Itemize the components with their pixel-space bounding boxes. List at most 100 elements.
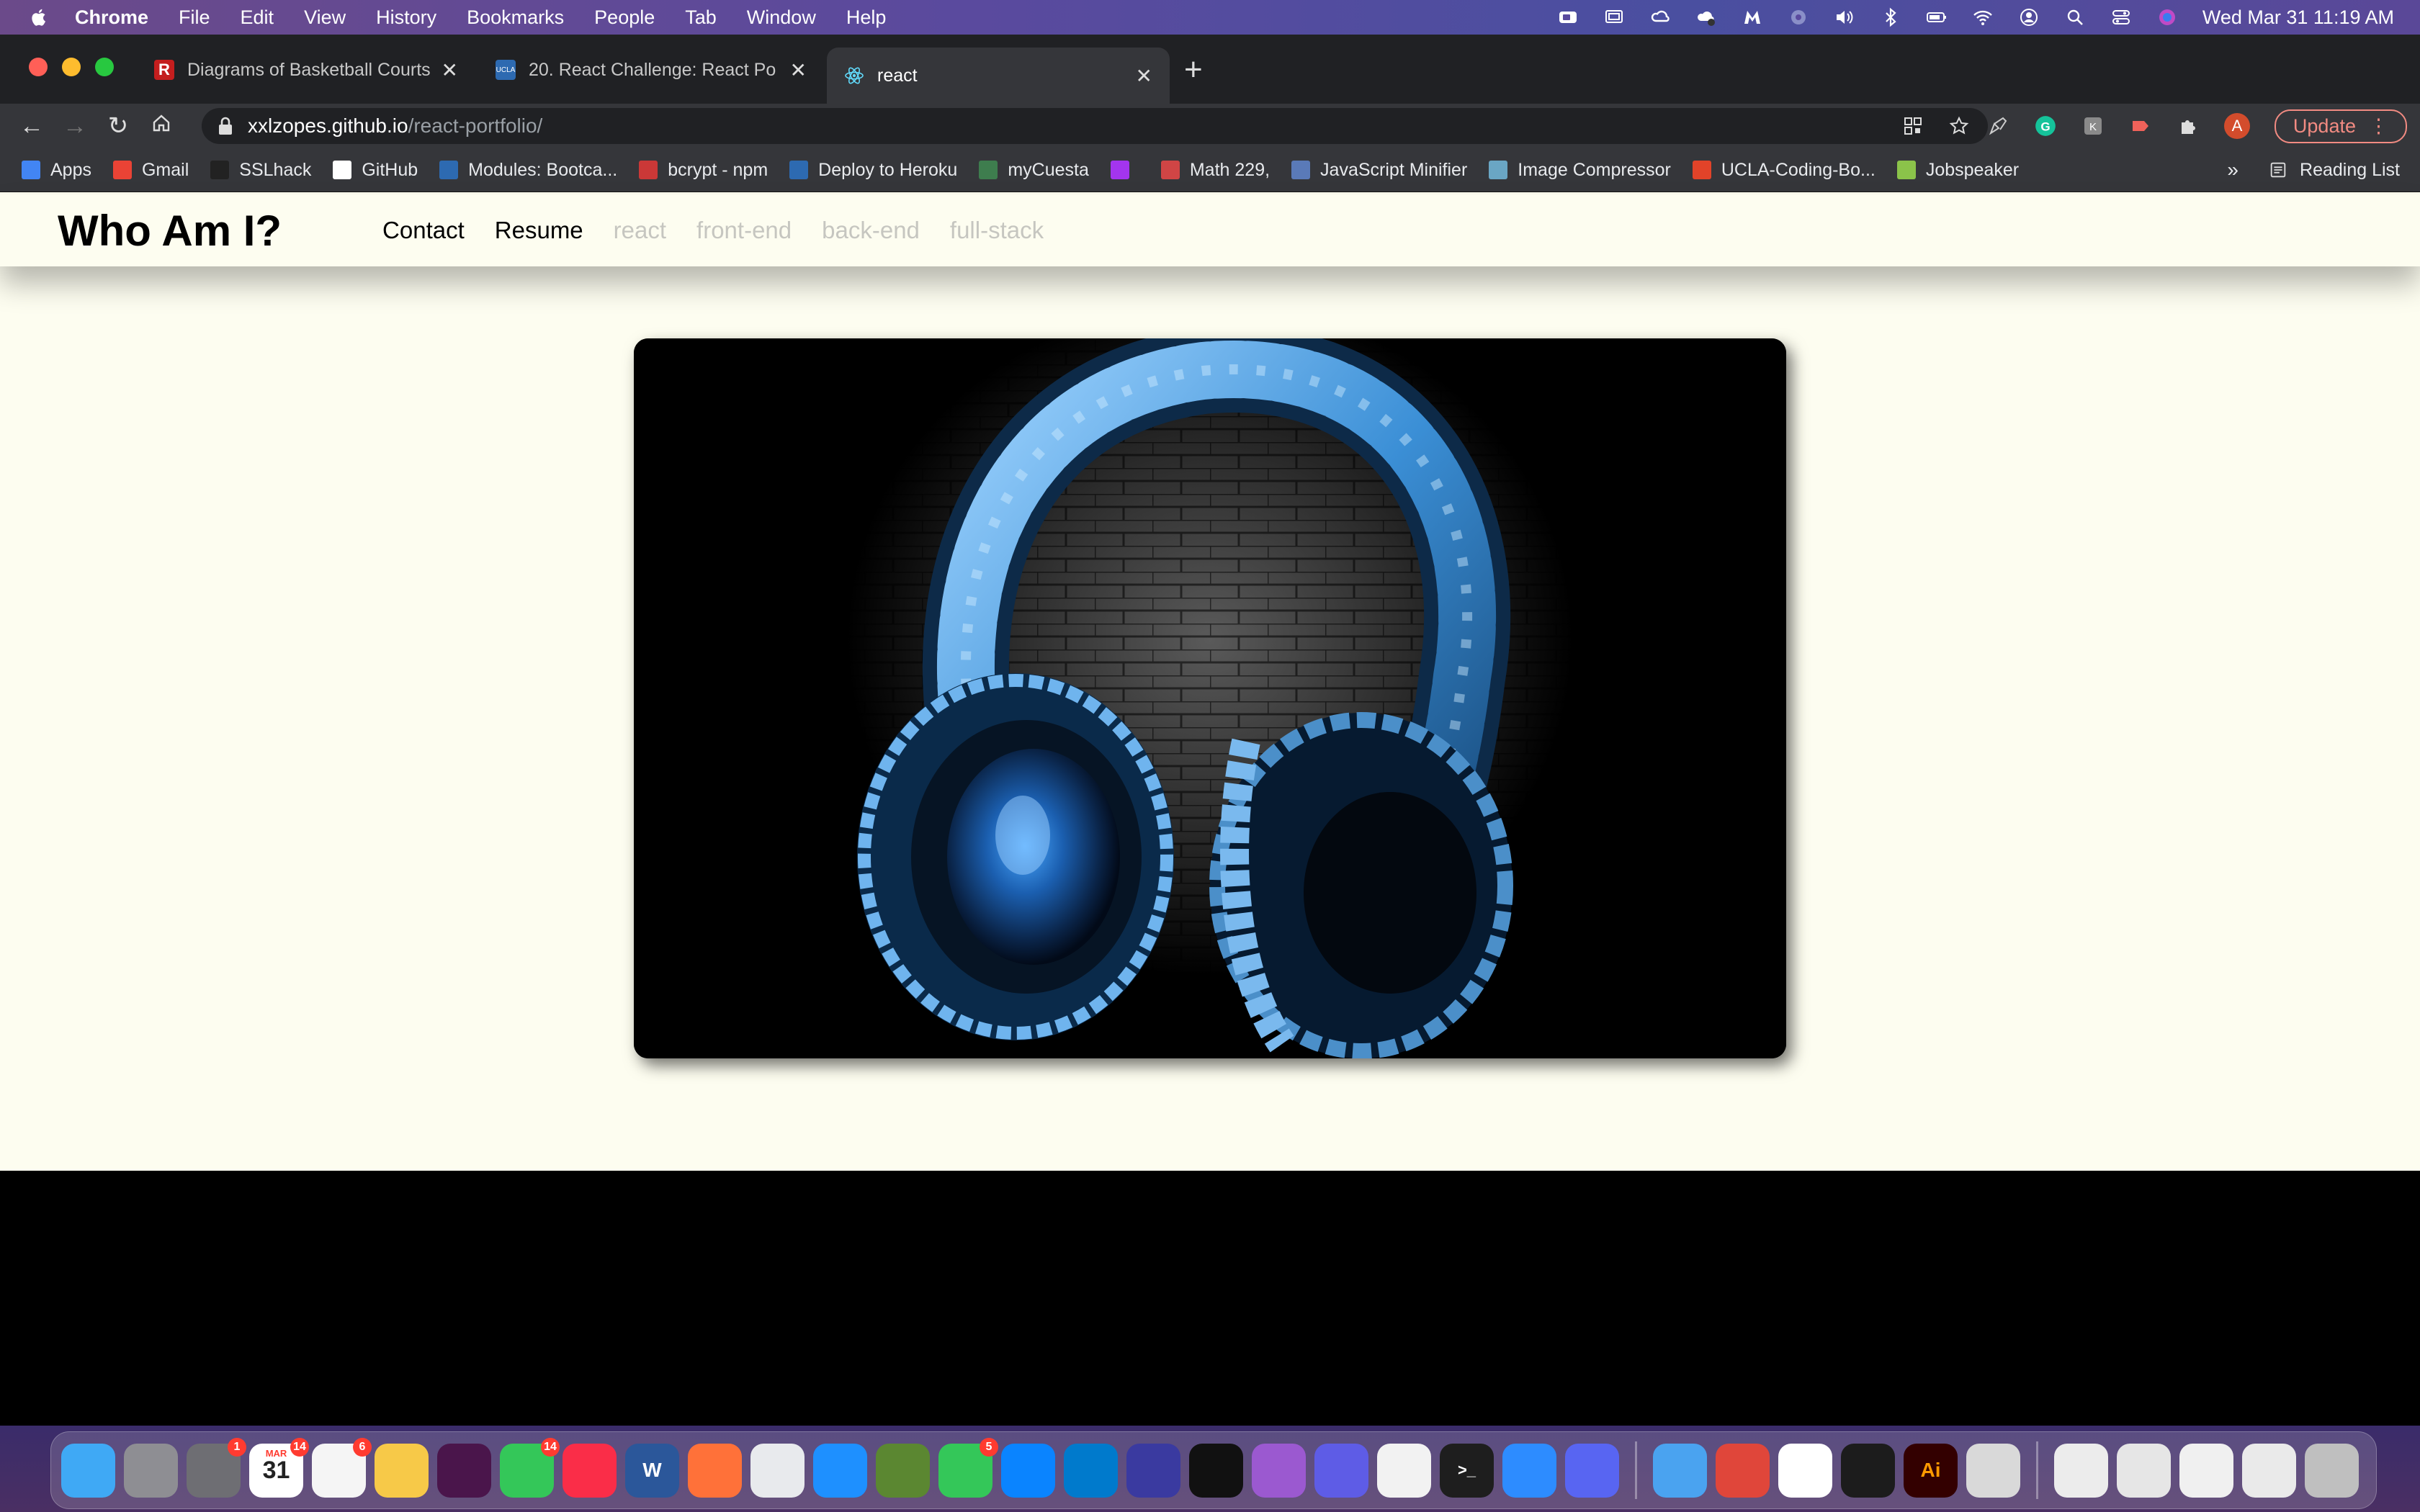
tab-react-challenge[interactable]: UCLA 20. React Challenge: React Po ✕	[478, 48, 824, 92]
menu-history[interactable]: History	[376, 6, 436, 29]
nav-react[interactable]: react	[614, 217, 666, 244]
bookmark-item[interactable]: Gmail	[112, 160, 189, 181]
zoom-menubar-icon[interactable]	[1557, 6, 1579, 28]
grammarly-icon[interactable]: G	[2034, 114, 2057, 138]
reload-icon[interactable]: ↻	[97, 112, 140, 140]
bookmark-item[interactable]: Deploy to Heroku	[789, 160, 957, 181]
bookmark-item[interactable]: GitHub	[333, 160, 418, 181]
creative-cloud-icon[interactable]	[1649, 6, 1671, 28]
discord-dock-icon[interactable]	[1565, 1443, 1619, 1498]
tab-close-icon[interactable]: ✕	[442, 58, 458, 82]
bookmarks-overflow-chevron-icon[interactable]: »	[2227, 158, 2238, 181]
close-window-button[interactable]	[29, 58, 48, 76]
apple-icon[interactable]	[29, 6, 50, 28]
bluetooth-icon[interactable]	[1880, 6, 1901, 28]
zoom-dock-icon[interactable]	[1502, 1443, 1556, 1498]
spotlight-search-icon[interactable]	[2064, 6, 2086, 28]
chrome-update-button[interactable]: Update ⋮	[2274, 109, 2407, 143]
nav-front-end[interactable]: front-end	[696, 217, 792, 244]
night-owl-dock-icon[interactable]	[1126, 1443, 1180, 1498]
podcasts-dock-icon[interactable]	[1252, 1443, 1306, 1498]
bookmark-item[interactable]: Apps	[22, 160, 91, 181]
forward-arrow-icon[interactable]: →	[53, 112, 97, 140]
wifi-icon[interactable]	[1972, 6, 1994, 28]
mongodb-compass-dock-icon[interactable]	[1778, 1443, 1832, 1498]
siri-icon[interactable]	[2156, 6, 2178, 28]
reading-list-button[interactable]: Reading List	[2268, 160, 2400, 181]
terminal-dock-icon[interactable]: >_	[1440, 1443, 1494, 1498]
zoom-window-button[interactable]	[95, 58, 114, 76]
extensions-puzzle-icon[interactable]	[2177, 114, 2200, 138]
preview-dock-icon[interactable]	[1966, 1443, 2020, 1498]
mail-dock-icon[interactable]	[1653, 1443, 1707, 1498]
control-center-icon[interactable]	[2110, 6, 2132, 28]
firefox-dock-icon[interactable]	[688, 1443, 742, 1498]
bookmark-item[interactable]: Image Compressor	[1489, 160, 1671, 181]
bookmark-star-icon[interactable]	[1948, 114, 1971, 138]
document-4-dock-icon[interactable]	[2242, 1443, 2296, 1498]
lock-icon[interactable]	[218, 117, 233, 135]
bookmark-item[interactable]: myCuesta	[979, 160, 1089, 181]
calendar-dock-icon[interactable]: 31 MAR 14	[249, 1437, 309, 1498]
chrome-dock-icon[interactable]	[750, 1443, 805, 1498]
bookmark-item[interactable]: UCLA-Coding-Bo...	[1692, 160, 1876, 181]
menu-app-name[interactable]: Chrome	[75, 6, 148, 29]
minimize-window-button[interactable]	[62, 58, 81, 76]
vscode-dock-icon[interactable]	[1064, 1443, 1118, 1498]
bookmark-item[interactable]: SSLhack	[210, 160, 311, 181]
music-dock-icon[interactable]	[563, 1443, 617, 1498]
battery-icon[interactable]	[1926, 6, 1948, 28]
hyper-dock-icon[interactable]	[1189, 1443, 1243, 1498]
address-bar[interactable]: xxlzopes.github.io/react-portfolio/	[202, 108, 1988, 144]
menu-people[interactable]: People	[594, 6, 655, 29]
profile-avatar[interactable]: A	[2223, 113, 2250, 139]
extension-k-icon[interactable]: K	[2081, 114, 2105, 138]
bookmark-item[interactable]	[1110, 161, 1139, 179]
minecraft-dock-icon[interactable]	[876, 1443, 930, 1498]
bookmark-item[interactable]: JavaScript Minifier	[1291, 160, 1467, 181]
tab-close-icon[interactable]: ✕	[790, 58, 807, 82]
bookmark-item[interactable]: bcrypt - npm	[639, 160, 768, 181]
vpn-icon[interactable]	[1788, 6, 1809, 28]
menubar-datetime[interactable]: Wed Mar 31 11:19 AM	[2202, 6, 2394, 29]
photos-dock-icon[interactable]	[375, 1443, 429, 1498]
tab-react[interactable]: react ✕	[827, 48, 1170, 104]
siri-dock-icon[interactable]	[1314, 1443, 1368, 1498]
nav-contact[interactable]: Contact	[382, 217, 465, 244]
bookmark-item[interactable]: Jobspeaker	[1896, 160, 2019, 181]
safari-dock-icon[interactable]	[813, 1443, 867, 1498]
activity-monitor-dock-icon[interactable]	[1841, 1443, 1895, 1498]
bookmark-item[interactable]: Math 229,	[1160, 160, 1270, 181]
new-tab-button[interactable]: +	[1184, 52, 1203, 88]
screen-mirror-icon[interactable]	[1603, 6, 1625, 28]
facetime-dock-icon[interactable]: 14	[500, 1437, 560, 1498]
user-account-icon[interactable]	[2018, 6, 2040, 28]
illustrator-dock-icon[interactable]: Ai	[1904, 1443, 1958, 1498]
screen-recorder-icon[interactable]	[2129, 114, 2152, 138]
cloud-sync-icon[interactable]	[1695, 6, 1717, 28]
bookmark-item[interactable]: Modules: Bootca...	[439, 160, 617, 181]
menu-edit[interactable]: Edit	[241, 6, 274, 29]
menu-tab[interactable]: Tab	[685, 6, 717, 29]
menu-help[interactable]: Help	[846, 6, 887, 29]
document-2-dock-icon[interactable]	[2117, 1443, 2171, 1498]
malwarebytes-icon[interactable]	[1742, 6, 1763, 28]
airmail-dock-icon[interactable]	[1716, 1443, 1770, 1498]
back-arrow-icon[interactable]: ←	[10, 112, 53, 140]
nav-full-stack[interactable]: full-stack	[950, 217, 1044, 244]
tab-basketball-courts[interactable]: R Diagrams of Basketball Courts ✕	[137, 48, 475, 92]
home-icon[interactable]	[140, 112, 183, 140]
menu-file[interactable]: File	[179, 6, 210, 29]
finder-dock-icon[interactable]	[61, 1443, 115, 1498]
menu-bookmarks[interactable]: Bookmarks	[467, 6, 564, 29]
textedit-dock-icon[interactable]	[1377, 1443, 1431, 1498]
menu-window[interactable]: Window	[747, 6, 816, 29]
more-menu-icon[interactable]: ⋮	[2369, 115, 2388, 138]
document-1-dock-icon[interactable]	[2054, 1443, 2108, 1498]
volume-icon[interactable]	[1834, 6, 1855, 28]
qr-code-icon[interactable]	[1901, 114, 1924, 138]
launchpad-dock-icon[interactable]	[124, 1443, 178, 1498]
pen-extension-icon[interactable]	[1986, 114, 2009, 138]
site-brand[interactable]: Who Am I?	[58, 206, 282, 256]
menu-view[interactable]: View	[304, 6, 346, 29]
